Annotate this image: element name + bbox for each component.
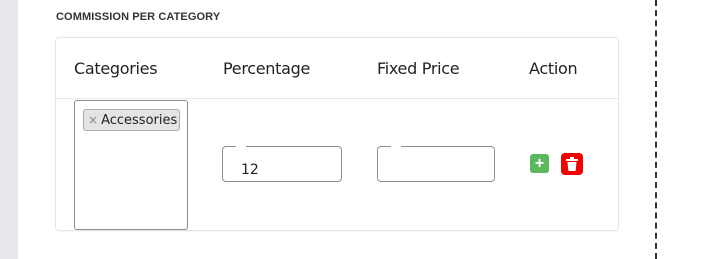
input-label-notch xyxy=(391,144,401,148)
add-row-button[interactable]: + xyxy=(530,154,549,173)
input-label-notch xyxy=(236,144,246,148)
header-row-divider xyxy=(56,98,618,99)
delete-row-button[interactable] xyxy=(561,153,583,175)
dashed-divider xyxy=(655,0,657,259)
header-categories: Categories xyxy=(74,59,158,78)
plus-icon: + xyxy=(534,154,545,172)
category-tag[interactable]: × Accessories xyxy=(83,109,181,131)
fixed-price-input[interactable] xyxy=(377,146,495,182)
page-side-strip xyxy=(0,0,18,259)
header-percentage: Percentage xyxy=(223,59,311,78)
category-tag-label: Accessories xyxy=(101,112,178,128)
header-fixed-price: Fixed Price xyxy=(377,59,460,78)
trash-icon xyxy=(566,157,578,171)
header-action: Action xyxy=(529,59,578,78)
section-title: COMMISSION PER CATEGORY xyxy=(56,11,221,23)
tag-remove-icon[interactable]: × xyxy=(88,113,98,127)
category-multiselect[interactable]: × Accessories xyxy=(74,100,188,230)
percentage-input[interactable] xyxy=(222,146,342,182)
